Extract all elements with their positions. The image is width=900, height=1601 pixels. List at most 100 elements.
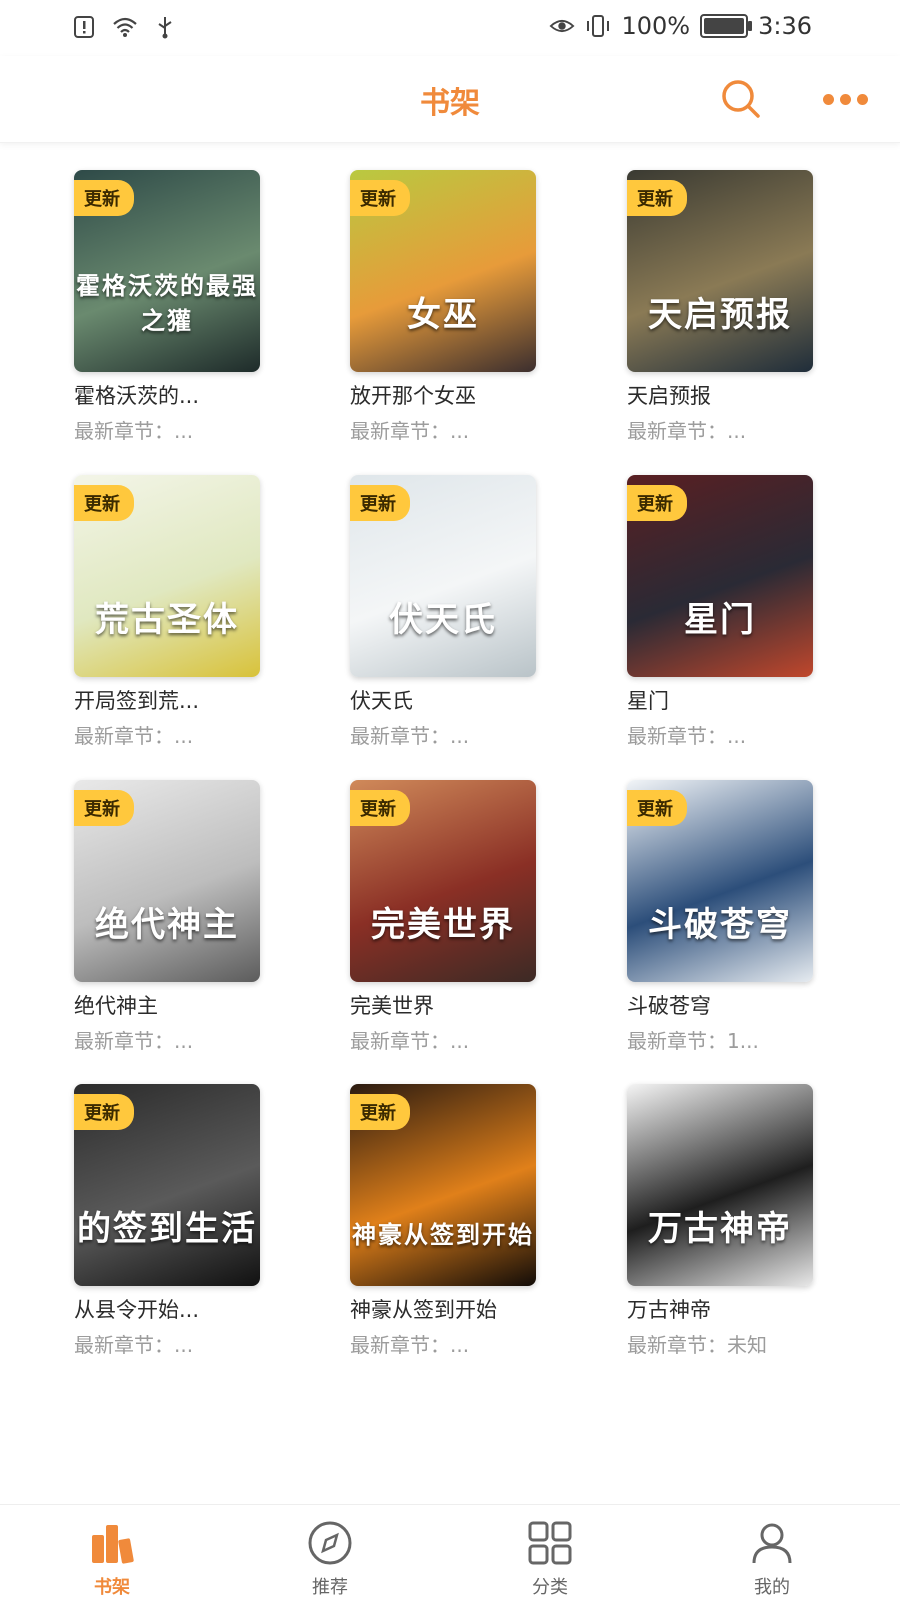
latest-chapter: 最新章节：... [350, 1029, 470, 1053]
book-cover[interactable]: 星门 更新 [627, 475, 813, 677]
book-card[interactable]: 伏天氏 更新伏天氏最新章节：... [350, 475, 580, 765]
cover-title-art: 绝代神主 [95, 905, 239, 945]
latest-chapter: 最新章节：... [74, 1029, 194, 1053]
usb-icon [158, 17, 172, 39]
user-icon [752, 1523, 792, 1564]
cover-title-art: 万古神帝 [648, 1209, 792, 1249]
clock: 3:36 [758, 12, 812, 40]
compass-icon [308, 1521, 352, 1565]
latest-chapter: 最新章节：... [350, 724, 470, 748]
update-badge: 更新 [74, 180, 134, 216]
nav-item-profile[interactable]: 我的 [712, 1515, 832, 1599]
cover-title-art: 星门 [684, 600, 756, 640]
cover-title-art: 女巫 [407, 295, 479, 335]
nav-item-category[interactable]: 分类 [490, 1515, 610, 1599]
book-cover[interactable]: 的签到生活 更新 [74, 1084, 260, 1286]
cover-title-art: 的签到生活 [77, 1209, 257, 1249]
battery-icon [700, 14, 753, 38]
latest-chapter: 最新章节：未知 [627, 1333, 767, 1357]
book-title: 从县令开始... [74, 1298, 200, 1322]
more-dot-icon [856, 93, 868, 105]
nav-label: 书架 [94, 1577, 130, 1598]
latest-chapter: 最新章节：1... [627, 1029, 759, 1053]
book-title: 伏天氏 [350, 689, 413, 713]
bookshelf-icon [92, 1525, 134, 1564]
status-bar: 100% 3:36 [0, 0, 900, 56]
book-card[interactable]: 女巫 更新放开那个女巫 最新章节：... [350, 170, 580, 460]
more-options-button[interactable] [820, 82, 870, 116]
nav-label: 我的 [754, 1577, 790, 1598]
latest-chapter: 最新章节：... [627, 419, 747, 443]
cover-title-art: 斗破苍穹 [648, 905, 792, 945]
alert-icon [74, 16, 94, 38]
book-card[interactable]: 神豪从签到开始 更新 神豪从签到开始 最新章节：... [350, 1084, 580, 1374]
app-header: 书架 [0, 56, 900, 143]
cover-title-art: 霍格沃茨的最强之獾 [76, 271, 258, 335]
latest-chapter: 最新章节：... [350, 1333, 470, 1357]
update-badge: 更新 [627, 180, 687, 216]
cover-title-art: 神豪从签到开始 [352, 1220, 534, 1249]
book-card[interactable]: 绝代神主 更新绝代神主最新章节：... [74, 780, 304, 1070]
latest-chapter: 最新章节：... [74, 724, 194, 748]
latest-chapter: 最新章节：... [350, 419, 470, 443]
nav-label: 推荐 [312, 1577, 348, 1598]
update-badge: 更新 [350, 180, 410, 216]
vibrate-icon [587, 15, 610, 37]
book-title: 霍格沃茨的... [74, 384, 200, 408]
book-cover[interactable]: 女巫 更新 [350, 170, 536, 372]
book-card[interactable]: 天启预报 更新天启预报最新章节：... [627, 170, 857, 460]
status-left-icons [72, 14, 178, 40]
update-badge: 更新 [74, 1094, 134, 1130]
update-badge: 更新 [627, 790, 687, 826]
status-right: 100% 3:36 [549, 12, 812, 40]
nav-label: 分类 [532, 1577, 568, 1598]
latest-chapter: 最新章节：... [74, 419, 194, 443]
cover-title-art: 伏天氏 [389, 600, 497, 640]
book-card[interactable]: 的签到生活 更新从县令开始... 最新章节：... [74, 1084, 304, 1374]
book-cover[interactable]: 天启预报 更新 [627, 170, 813, 372]
book-title: 斗破苍穹 [627, 994, 711, 1018]
update-badge: 更新 [350, 485, 410, 521]
book-cover[interactable]: 荒古圣体 更新 [74, 475, 260, 677]
more-dot-icon [839, 93, 851, 105]
cover-title-art: 荒古圣体 [95, 600, 239, 640]
update-badge: 更新 [350, 790, 410, 826]
book-cover[interactable]: 完美世界 更新 [350, 780, 536, 982]
book-card[interactable]: 星门 更新星门最新章节：... [627, 475, 857, 765]
book-title: 完美世界 [350, 994, 434, 1018]
book-card[interactable]: 万古神帝 万古神帝 最新章节：未知 [627, 1084, 857, 1374]
book-cover[interactable]: 绝代神主 更新 [74, 780, 260, 982]
eye-icon [549, 19, 575, 33]
grid-icon [528, 1521, 572, 1565]
cover-title-art: 完美世界 [371, 905, 515, 945]
book-card[interactable]: 荒古圣体 更新开局签到荒... 最新章节：... [74, 475, 304, 765]
book-title: 绝代神主 [74, 994, 158, 1018]
page-title: 书架 [420, 86, 480, 121]
book-title: 神豪从签到开始 [350, 1298, 497, 1322]
book-cover[interactable]: 伏天氏 更新 [350, 475, 536, 677]
book-cover[interactable]: 斗破苍穹 更新 [627, 780, 813, 982]
latest-chapter: 最新章节：... [627, 724, 747, 748]
battery-percent: 100% [621, 12, 691, 40]
book-cover[interactable]: 神豪从签到开始 更新 [350, 1084, 536, 1286]
book-card[interactable]: 霍格沃茨的最强之獾 更新霍格沃茨的... 最新章节：... [74, 170, 304, 460]
update-badge: 更新 [350, 1094, 410, 1130]
wifi-icon [113, 17, 137, 37]
search-icon[interactable] [718, 76, 764, 122]
book-title: 放开那个女巫 [350, 384, 476, 408]
book-card[interactable]: 完美世界 更新完美世界最新章节：... [350, 780, 580, 1070]
book-title: 万古神帝 [627, 1298, 711, 1322]
update-badge: 更新 [74, 790, 134, 826]
cover-title-art: 天启预报 [648, 295, 792, 335]
update-badge: 更新 [627, 485, 687, 521]
nav-item-bookshelf[interactable]: 书架 [52, 1515, 172, 1599]
book-title: 开局签到荒... [74, 689, 200, 713]
book-card[interactable]: 斗破苍穹 更新斗破苍穹最新章节：1... [627, 780, 857, 1070]
nav-item-recommend[interactable]: 推荐 [270, 1515, 390, 1599]
book-cover[interactable]: 霍格沃茨的最强之獾 更新 [74, 170, 260, 372]
more-dot-icon [822, 93, 834, 105]
book-cover[interactable]: 万古神帝 [627, 1084, 813, 1286]
book-title: 星门 [627, 689, 669, 713]
book-title: 天启预报 [627, 384, 711, 408]
latest-chapter: 最新章节：... [74, 1333, 194, 1357]
